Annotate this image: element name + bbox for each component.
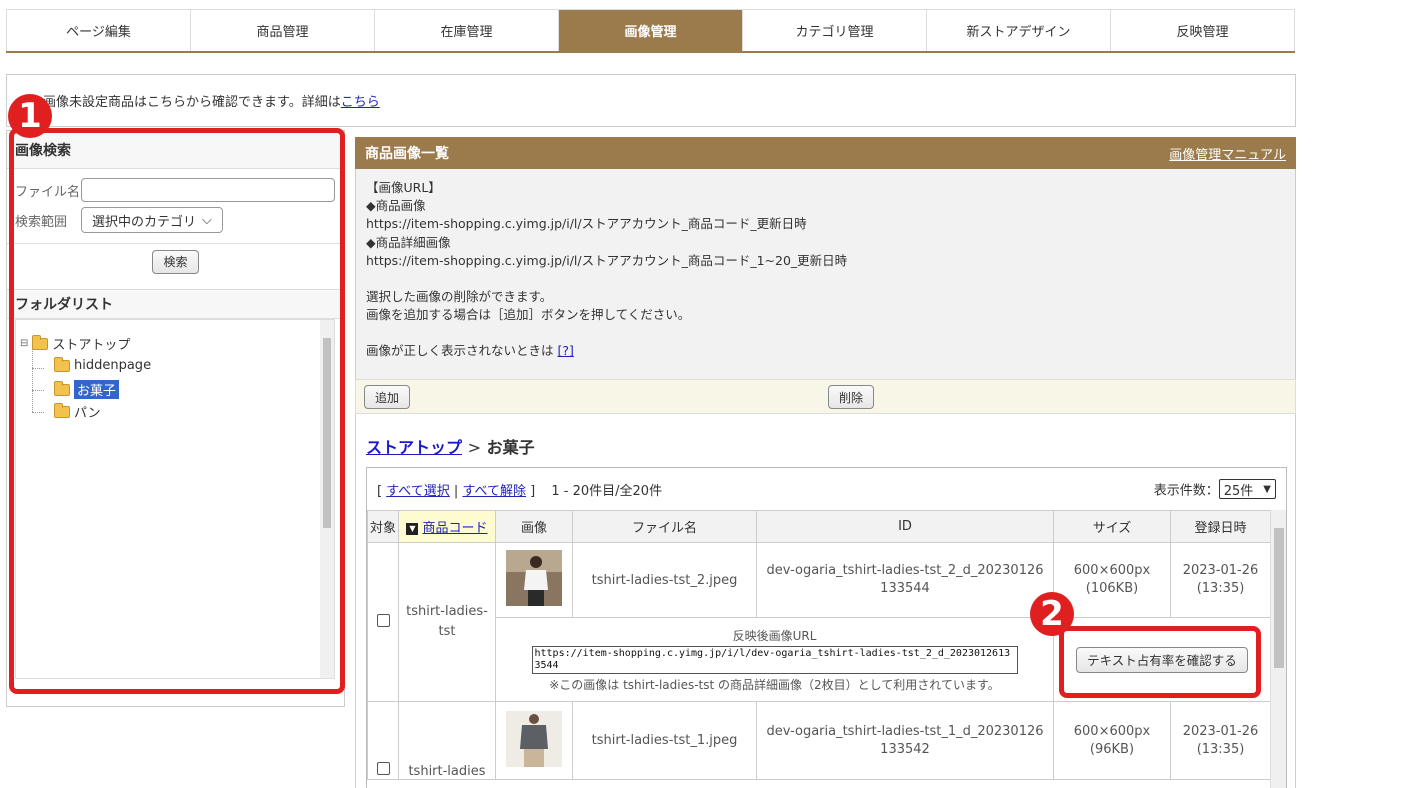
per-page-label: 表示件数：: [1153, 483, 1219, 499]
breadcrumb-root[interactable]: ストアトップ: [366, 438, 462, 457]
notice-text: 画像未設定商品はこちらから確認できます。詳細は: [43, 95, 341, 110]
row-checkbox-cell: [367, 542, 399, 702]
url-label: 反映後画像URL: [732, 628, 817, 643]
row-checkbox[interactable]: [376, 762, 390, 775]
panel-body: ストアトップ > お菓子 [ すべて選択 | すべて解除 ] 1 - 20件目/…: [355, 414, 1296, 788]
row-id-line: dev-ogaria_tshirt-ladies-tst_2_d_2023012…: [766, 563, 1044, 578]
breadcrumb-current: お菓子: [486, 438, 535, 457]
table-row: tshirt-ladies-tst tshirt-ladies-tst_2.jp…: [367, 542, 1271, 702]
tab-product-management[interactable]: 商品管理: [191, 10, 375, 51]
col-filename: ファイル名: [572, 510, 757, 543]
row-id-line: 133542: [880, 741, 930, 757]
tab-publish-management[interactable]: 反映管理: [1111, 10, 1295, 51]
tab-category-management[interactable]: カテゴリ管理: [743, 10, 927, 51]
col-target: 対象: [367, 510, 399, 543]
row-code: tshirt-ladies: [398, 701, 496, 780]
row-code: tshirt-ladies-tst: [398, 542, 496, 702]
annotation-badge-1: 1: [8, 94, 52, 138]
per-page-select[interactable]: 25件 ▼: [1218, 479, 1276, 499]
col-image: 画像: [495, 510, 573, 543]
row-size-line: 600×600px: [1073, 563, 1151, 578]
tab-inventory-management[interactable]: 在庫管理: [375, 10, 559, 51]
row-checkbox[interactable]: [376, 613, 390, 627]
top-nav: ページ編集 商品管理 在庫管理 画像管理 カテゴリ管理 新ストアデザイン 反映管…: [6, 9, 1295, 53]
info-line-help: 画像が正しく表示されないときは [?]: [366, 342, 1285, 360]
breadcrumb: ストアトップ > お菓子: [366, 434, 535, 458]
col-id: ID: [756, 510, 1054, 543]
info-line: ◆商品画像: [366, 198, 426, 214]
row-code-text: tshirt-ladies: [408, 764, 486, 779]
notice-link[interactable]: こちら: [341, 91, 380, 110]
table-scrollbar[interactable]: [1270, 510, 1286, 788]
row-date-line: (13:35): [1196, 581, 1245, 596]
url-cell: 反映後画像URL https://item-shopping.c.yimg.jp…: [495, 617, 1054, 702]
table-header-row: 対象 ▼ 商品コード 画像 ファイル名 ID サイズ 登録日時: [367, 510, 1271, 543]
info-line: https://item-shopping.c.yimg.jp/i/l/ストアア…: [366, 216, 807, 232]
row-image-cell: [495, 542, 573, 618]
row-size-line: (106KB): [1085, 581, 1139, 596]
deselect-all-link[interactable]: すべて解除: [462, 484, 526, 499]
tab-new-store-design[interactable]: 新ストアデザイン: [927, 10, 1111, 51]
row-date: 2023-01-26 (13:35): [1170, 701, 1271, 780]
usage-note: ※この画像は tshirt-ladies-tst の商品詳細画像（2枚目）として…: [549, 677, 1000, 692]
info-line: 【画像URL】: [366, 180, 441, 195]
info-line: https://item-shopping.c.yimg.jp/i/l/ストアア…: [366, 252, 848, 268]
row-filename: tshirt-ladies-tst_2.jpeg: [572, 542, 757, 618]
product-thumbnail[interactable]: [506, 550, 562, 606]
url-textarea[interactable]: https://item-shopping.c.yimg.jp/i/l/dev-…: [531, 645, 1018, 674]
row-id: dev-ogaria_tshirt-ladies-tst_1_d_2023012…: [756, 701, 1054, 780]
row-size-line: 600×600px: [1073, 723, 1151, 739]
list-toolbar: [ すべて選択 | すべて解除 ] 1 - 20件目/全20件 表示件数： 25件…: [367, 468, 1286, 510]
table-scroll-thumb[interactable]: [1274, 528, 1284, 668]
info-line: 画像を追加する場合は［追加］ボタンを押してください。: [366, 307, 691, 323]
per-page-value: 25件: [1223, 483, 1254, 499]
manual-link[interactable]: 画像管理マニュアル: [1169, 144, 1286, 163]
selection-links: [ すべて選択 | すべて解除 ] 1 - 20件目/全20件: [377, 483, 663, 499]
row-id: dev-ogaria_tshirt-ladies-tst_2_d_2023012…: [756, 542, 1054, 618]
highlight-box-2: [1059, 626, 1261, 698]
add-button[interactable]: 追加: [364, 385, 411, 409]
col-product-code-link[interactable]: 商品コード: [422, 521, 487, 536]
col-product-code[interactable]: ▼ 商品コード: [398, 510, 496, 543]
annotation-badge-2: 2: [1030, 592, 1074, 636]
row-id-line: 133544: [880, 581, 930, 596]
select-all-link[interactable]: すべて選択: [386, 484, 450, 499]
product-thumbnail[interactable]: [506, 710, 562, 767]
row-date: 2023-01-26 (13:35): [1170, 542, 1271, 618]
info-line: ◆商品詳細画像: [366, 234, 451, 250]
row-filename: tshirt-ladies-tst_1.jpeg: [572, 701, 757, 780]
row-image-cell: [495, 701, 573, 780]
row-id-line: dev-ogaria_tshirt-ladies-tst_1_d_2023012…: [766, 723, 1044, 739]
notice-bar: 画像未設定商品はこちらから確認できます。詳細は こちら: [6, 74, 1296, 127]
per-page: 表示件数： 25件 ▼: [1154, 479, 1276, 499]
table-row: tshirt-ladies tshirt-ladies-tst_1.jpeg d…: [367, 701, 1271, 780]
col-date: 登録日時: [1170, 510, 1271, 543]
panel-header: 商品画像一覧 画像管理マニュアル: [355, 137, 1296, 169]
row-code-text: tshirt-ladies-tst: [406, 604, 488, 639]
row-size: 600×600px (96KB): [1053, 701, 1171, 780]
tab-image-management[interactable]: 画像管理: [559, 10, 743, 51]
chevron-down-icon: ▼: [1263, 483, 1271, 495]
action-bar: 追加 削除: [355, 379, 1296, 414]
row-date-line: 2023-01-26: [1182, 563, 1259, 578]
row-date-line: (13:35): [1196, 741, 1245, 757]
info-line: 選択した画像の削除ができます。: [366, 289, 553, 305]
row-size-line: (96KB): [1089, 741, 1135, 757]
breadcrumb-separator: >: [467, 438, 481, 457]
count-text: 1 - 20件目/全20件: [551, 483, 663, 499]
panel-info: 【画像URL】 ◆商品画像 https://item-shopping.c.yi…: [355, 169, 1296, 379]
row-date-line: 2023-01-26: [1182, 723, 1259, 739]
delete-button[interactable]: 削除: [828, 385, 875, 409]
highlight-box-1: [9, 128, 345, 694]
tab-page-edit[interactable]: ページ編集: [6, 10, 191, 51]
panel-title: 商品画像一覧: [365, 146, 449, 162]
info-line: 画像が正しく表示されないときは: [366, 343, 554, 359]
col-size: サイズ: [1053, 510, 1171, 543]
row-checkbox-cell: [367, 701, 399, 780]
help-link[interactable]: [?]: [558, 343, 574, 358]
sort-icon[interactable]: ▼: [406, 522, 419, 535]
